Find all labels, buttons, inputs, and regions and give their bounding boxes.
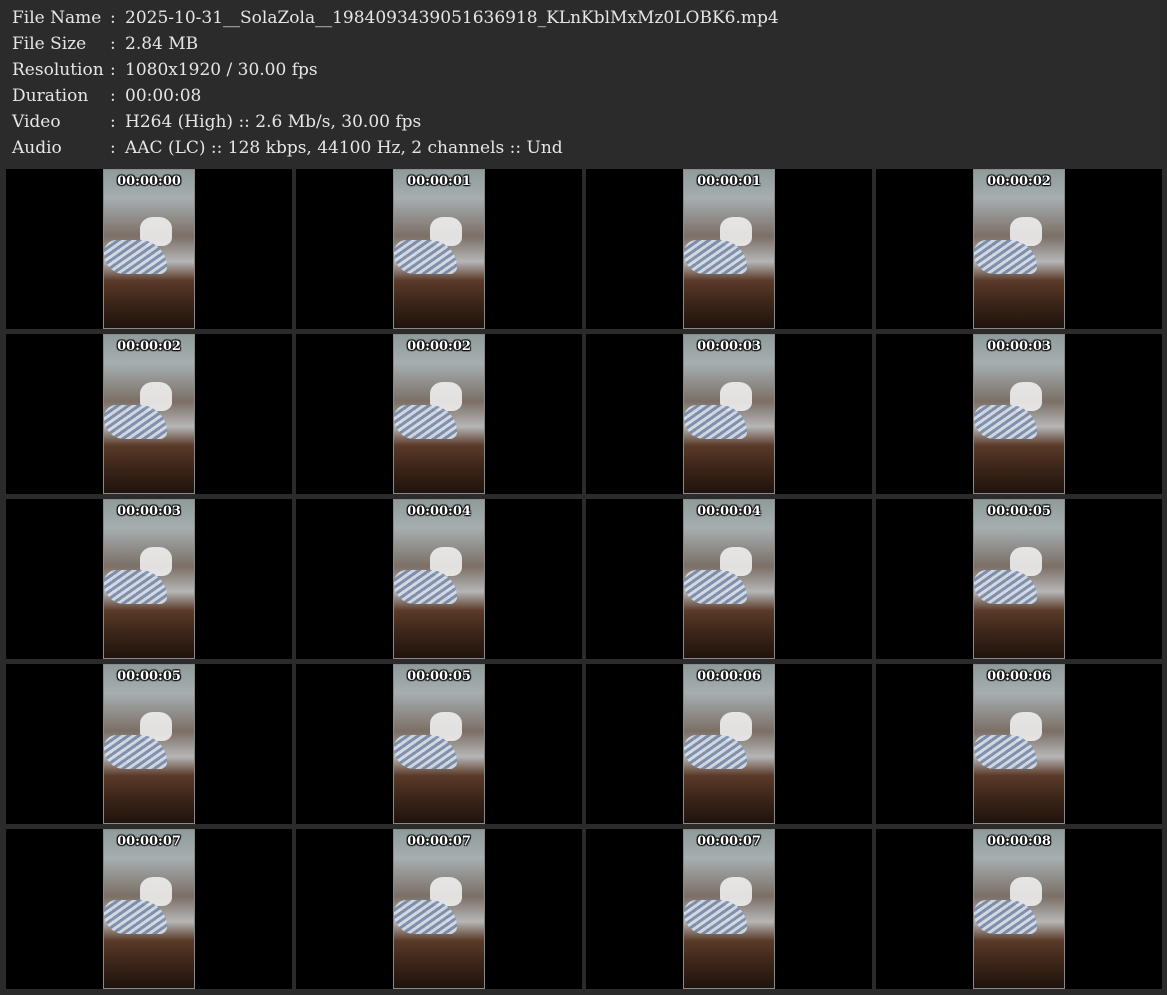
frame-timestamp: 00:00:04: [407, 504, 471, 519]
frame-timestamp: 00:00:05: [117, 669, 181, 684]
video-frame-thumbnail: 00:00:02: [973, 169, 1065, 329]
info-label: Video: [12, 112, 61, 132]
info-value: 1080x1920 / 30.00 fps: [125, 60, 318, 80]
info-value: 2.84 MB: [125, 34, 199, 54]
info-value: 2025-10-31__SolaZola__198409343905163691…: [125, 8, 779, 28]
info-label: Audio: [12, 138, 62, 158]
thumbnail-grid: 00:00:00 00:00:01 00:00:01 00:00:02 00:00:02…: [6, 169, 1162, 991]
thumbnail-cell: 00:00:02: [6, 334, 292, 494]
info-separator: :: [110, 34, 116, 54]
thumbnail-cell: 00:00:06: [876, 664, 1162, 824]
info-value: H264 (High) :: 2.6 Mb/s, 30.00 fps: [125, 112, 422, 132]
thumbnail-cell: 00:00:03: [876, 334, 1162, 494]
thumbnail-cell: 00:00:05: [876, 499, 1162, 659]
video-frame-thumbnail: 00:00:01: [683, 169, 775, 329]
frame-timestamp: 00:00:01: [407, 174, 471, 189]
frame-timestamp: 00:00:04: [697, 504, 761, 519]
video-frame-thumbnail: 00:00:07: [683, 829, 775, 989]
info-value: 00:00:08: [125, 86, 202, 106]
info-row-resolution: Resolution : 1080x1920 / 30.00 fps: [12, 57, 1152, 83]
video-frame-thumbnail: 00:00:00: [103, 169, 195, 329]
thumbnail-cell: 00:00:08: [876, 829, 1162, 989]
video-frame-thumbnail: 00:00:06: [973, 664, 1065, 824]
video-frame-thumbnail: 00:00:05: [393, 664, 485, 824]
video-frame-thumbnail: 00:00:05: [103, 664, 195, 824]
info-row-duration: Duration : 00:00:08: [12, 83, 1152, 109]
thumbnail-cell: 00:00:04: [586, 499, 872, 659]
info-label: Resolution: [12, 60, 104, 80]
thumbnail-cell: 00:00:07: [586, 829, 872, 989]
video-frame-thumbnail: 00:00:05: [973, 499, 1065, 659]
frame-timestamp: 00:00:07: [697, 834, 761, 849]
thumbnail-cell: 00:00:05: [296, 664, 582, 824]
info-value: AAC (LC) :: 128 kbps, 44100 Hz, 2 channe…: [125, 138, 563, 158]
frame-timestamp: 00:00:08: [987, 834, 1051, 849]
frame-timestamp: 00:00:06: [987, 669, 1051, 684]
frame-timestamp: 00:00:01: [697, 174, 761, 189]
video-frame-thumbnail: 00:00:06: [683, 664, 775, 824]
thumbnail-cell: 00:00:03: [586, 334, 872, 494]
thumbnail-cell: 00:00:05: [6, 664, 292, 824]
frame-timestamp: 00:00:07: [407, 834, 471, 849]
video-frame-thumbnail: 00:00:07: [103, 829, 195, 989]
thumbnail-cell: 00:00:02: [296, 334, 582, 494]
info-row-video: Video : H264 (High) :: 2.6 Mb/s, 30.00 f…: [12, 109, 1152, 135]
video-frame-thumbnail: 00:00:02: [393, 334, 485, 494]
info-separator: :: [110, 8, 116, 28]
video-frame-thumbnail: 00:00:03: [683, 334, 775, 494]
frame-timestamp: 00:00:05: [987, 504, 1051, 519]
thumbnail-cell: 00:00:03: [6, 499, 292, 659]
info-separator: :: [110, 60, 116, 80]
info-row-audio: Audio : AAC (LC) :: 128 kbps, 44100 Hz, …: [12, 135, 1152, 161]
video-frame-thumbnail: 00:00:03: [973, 334, 1065, 494]
thumbnail-cell: 00:00:06: [586, 664, 872, 824]
media-info-panel: File Name : 2025-10-31__SolaZola__198409…: [12, 5, 1152, 161]
video-frame-thumbnail: 00:00:07: [393, 829, 485, 989]
thumbnail-cell: 00:00:07: [296, 829, 582, 989]
video-frame-thumbnail: 00:00:04: [683, 499, 775, 659]
video-frame-thumbnail: 00:00:08: [973, 829, 1065, 989]
thumbnail-cell: 00:00:04: [296, 499, 582, 659]
info-label: Duration: [12, 86, 89, 106]
frame-timestamp: 00:00:00: [117, 174, 181, 189]
info-label: File Name: [12, 8, 102, 28]
info-separator: :: [110, 86, 116, 106]
thumbnail-cell: 00:00:02: [876, 169, 1162, 329]
video-frame-thumbnail: 00:00:03: [103, 499, 195, 659]
frame-timestamp: 00:00:02: [407, 339, 471, 354]
frame-timestamp: 00:00:03: [697, 339, 761, 354]
info-separator: :: [110, 138, 116, 158]
frame-timestamp: 00:00:02: [117, 339, 181, 354]
video-frame-thumbnail: 00:00:01: [393, 169, 485, 329]
thumbnail-cell: 00:00:01: [586, 169, 872, 329]
frame-timestamp: 00:00:05: [407, 669, 471, 684]
frame-timestamp: 00:00:03: [987, 339, 1051, 354]
thumbnail-cell: 00:00:01: [296, 169, 582, 329]
frame-timestamp: 00:00:03: [117, 504, 181, 519]
thumbnail-cell: 00:00:07: [6, 829, 292, 989]
frame-timestamp: 00:00:02: [987, 174, 1051, 189]
info-label: File Size: [12, 34, 87, 54]
thumbnail-cell: 00:00:00: [6, 169, 292, 329]
video-frame-thumbnail: 00:00:02: [103, 334, 195, 494]
frame-timestamp: 00:00:06: [697, 669, 761, 684]
info-row-file-name: File Name : 2025-10-31__SolaZola__198409…: [12, 5, 1152, 31]
frame-timestamp: 00:00:07: [117, 834, 181, 849]
info-separator: :: [110, 112, 116, 132]
video-frame-thumbnail: 00:00:04: [393, 499, 485, 659]
info-row-file-size: File Size : 2.84 MB: [12, 31, 1152, 57]
